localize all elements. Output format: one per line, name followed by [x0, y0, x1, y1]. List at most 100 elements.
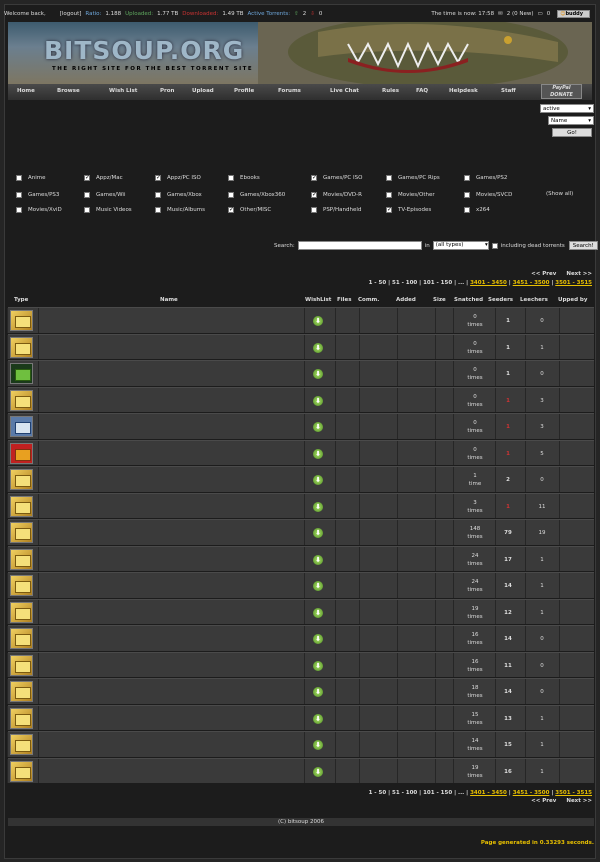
table-row[interactable]: ⬇ 0 times 1 5 [7, 439, 594, 466]
category-option[interactable]: Other/MISC [228, 206, 271, 213]
search-input[interactable] [297, 241, 422, 250]
table-row[interactable]: ⬇ 19 times 12 1 [7, 598, 594, 625]
table-row[interactable]: ⬇ 0 times 1 3 [7, 386, 594, 413]
folder-category-icon[interactable] [10, 389, 33, 411]
col-seeders[interactable]: Seeders [488, 297, 513, 303]
category-checkbox[interactable] [84, 207, 90, 213]
page-link-3451[interactable]: 3451 - 3500 [513, 790, 550, 796]
category-checkbox[interactable] [16, 207, 22, 213]
folder-category-icon[interactable] [10, 469, 33, 490]
table-row[interactable]: ⬇ 148 times 79 19 [7, 519, 594, 546]
nav-browse[interactable]: Browse [57, 88, 80, 94]
col-name[interactable]: Name [160, 297, 178, 303]
category-option[interactable]: Games/Xbox360 [228, 192, 285, 198]
next-link[interactable]: Next >> [566, 271, 592, 277]
page-link-3451[interactable]: 3451 - 3500 [513, 280, 550, 286]
add-to-wishlist-icon[interactable]: ⬇ [313, 581, 323, 591]
leechers-count[interactable]: 1 [526, 716, 558, 722]
table-row[interactable]: ⬇ 24 times 14 1 [7, 572, 594, 599]
category-option[interactable]: Ebooks [228, 175, 260, 181]
next-link[interactable]: Next >> [566, 798, 592, 804]
inbox-icon[interactable]: ▭ [538, 11, 543, 17]
folder-category-icon[interactable] [10, 760, 33, 782]
table-row[interactable]: ⬇ 0 times 1 0 [7, 360, 594, 387]
category-checkbox[interactable] [155, 174, 161, 181]
add-to-wishlist-icon[interactable]: ⬇ [313, 634, 323, 644]
category-option[interactable]: Music Videos [84, 207, 132, 213]
category-option[interactable]: Movies/XviD [16, 207, 62, 213]
nav-staff[interactable]: Staff [501, 88, 516, 94]
table-row[interactable]: ⬇ 24 times 17 1 [7, 545, 594, 572]
nav-home[interactable]: Home [17, 88, 35, 94]
logout-link[interactable]: [logout] [60, 11, 82, 17]
category-checkbox[interactable] [228, 192, 234, 198]
type-select[interactable]: (all types) ▾ [432, 241, 489, 250]
col-comments[interactable]: Comm. [358, 297, 379, 303]
category-checkbox[interactable] [228, 206, 234, 213]
seeders-count[interactable]: 14 [494, 689, 522, 695]
go-button[interactable]: Go! [552, 128, 592, 137]
seeders-count[interactable]: 12 [494, 610, 522, 616]
category-checkbox[interactable] [311, 174, 317, 181]
disk-category-icon[interactable] [10, 416, 33, 437]
nav-live-chat[interactable]: Live Chat [330, 88, 359, 94]
seeders-count[interactable]: 16 [494, 769, 522, 775]
leechers-count[interactable]: 0 [526, 689, 558, 695]
sort-select[interactable]: Name ▾ [548, 116, 594, 125]
page-link-3501[interactable]: 3501 - 3515 [555, 790, 592, 796]
category-option[interactable]: Games/PS3 [16, 192, 59, 198]
seeders-count[interactable]: 14 [494, 636, 522, 642]
col-type[interactable]: Type [14, 297, 28, 303]
prev-link[interactable]: << Prev [531, 798, 556, 804]
seeders-count[interactable]: 1 [494, 424, 522, 430]
nav-forums[interactable]: Forums [278, 88, 301, 94]
table-row[interactable]: ⬇ 14 times 15 1 [7, 731, 594, 758]
search-button[interactable]: Search! [568, 241, 598, 250]
category-option[interactable]: Appz/Mac [84, 174, 123, 181]
category-option[interactable]: Games/PC Rips [386, 175, 440, 181]
folder-category-icon[interactable] [10, 681, 33, 702]
col-snatched[interactable]: Snatched [454, 297, 483, 303]
seeders-count[interactable]: 13 [494, 716, 522, 722]
category-checkbox[interactable] [228, 175, 234, 181]
table-row[interactable]: ⬇ 16 times 14 0 [7, 625, 594, 652]
category-checkbox[interactable] [464, 207, 470, 213]
add-to-wishlist-icon[interactable]: ⬇ [313, 528, 323, 538]
category-checkbox[interactable] [311, 207, 317, 213]
table-row[interactable]: ⬇ 18 times 14 0 [7, 678, 594, 705]
folder-category-icon[interactable] [10, 522, 33, 543]
page-range-links[interactable]: 1 - 50 | 51 - 100 | 101 - 150 | ... | [369, 790, 469, 796]
leechers-count[interactable]: 1 [526, 610, 558, 616]
table-row[interactable]: ⬇ 1 time 2 0 [7, 466, 594, 493]
paypal-donate-button[interactable]: PayPal DONATE [541, 84, 582, 99]
category-option[interactable]: TV-Episodes [386, 206, 431, 213]
category-option[interactable]: Anime [16, 175, 46, 181]
col-leechers[interactable]: Leechers [520, 297, 548, 303]
category-checkbox[interactable] [386, 192, 392, 198]
category-checkbox[interactable] [386, 175, 392, 181]
category-option[interactable]: Music/Albums [155, 207, 205, 213]
category-option[interactable]: Games/Wii [84, 192, 125, 198]
nav-rules[interactable]: Rules [382, 88, 399, 94]
category-option[interactable]: Movies/Other [386, 192, 435, 198]
category-option[interactable]: Appz/PC ISO [155, 174, 201, 181]
category-option[interactable]: Games/PS2 [464, 175, 507, 181]
add-to-wishlist-icon[interactable]: ⬇ [313, 607, 323, 618]
leechers-count[interactable]: 1 [526, 583, 558, 589]
col-files[interactable]: Files [337, 297, 352, 303]
prev-link[interactable]: << Prev [531, 271, 556, 277]
folder-category-icon[interactable] [10, 310, 33, 331]
seeders-count[interactable]: 1 [494, 345, 522, 351]
table-row[interactable]: ⬇ 16 times 11 0 [7, 651, 594, 678]
add-to-wishlist-icon[interactable]: ⬇ [313, 501, 323, 512]
category-option[interactable]: Movies/DVD-R [311, 191, 362, 198]
col-size[interactable]: Size [433, 297, 446, 303]
add-to-wishlist-icon[interactable]: ⬇ [313, 687, 323, 697]
category-checkbox[interactable] [311, 191, 317, 198]
seeders-count[interactable]: 1 [494, 398, 522, 404]
leechers-count[interactable]: 5 [526, 451, 558, 457]
add-to-wishlist-icon[interactable]: ⬇ [313, 713, 323, 724]
seeders-count[interactable]: 15 [494, 742, 522, 748]
table-row[interactable]: ⬇ 0 times 1 1 [7, 333, 594, 360]
nav-helpdesk[interactable]: Helpdesk [449, 88, 478, 94]
